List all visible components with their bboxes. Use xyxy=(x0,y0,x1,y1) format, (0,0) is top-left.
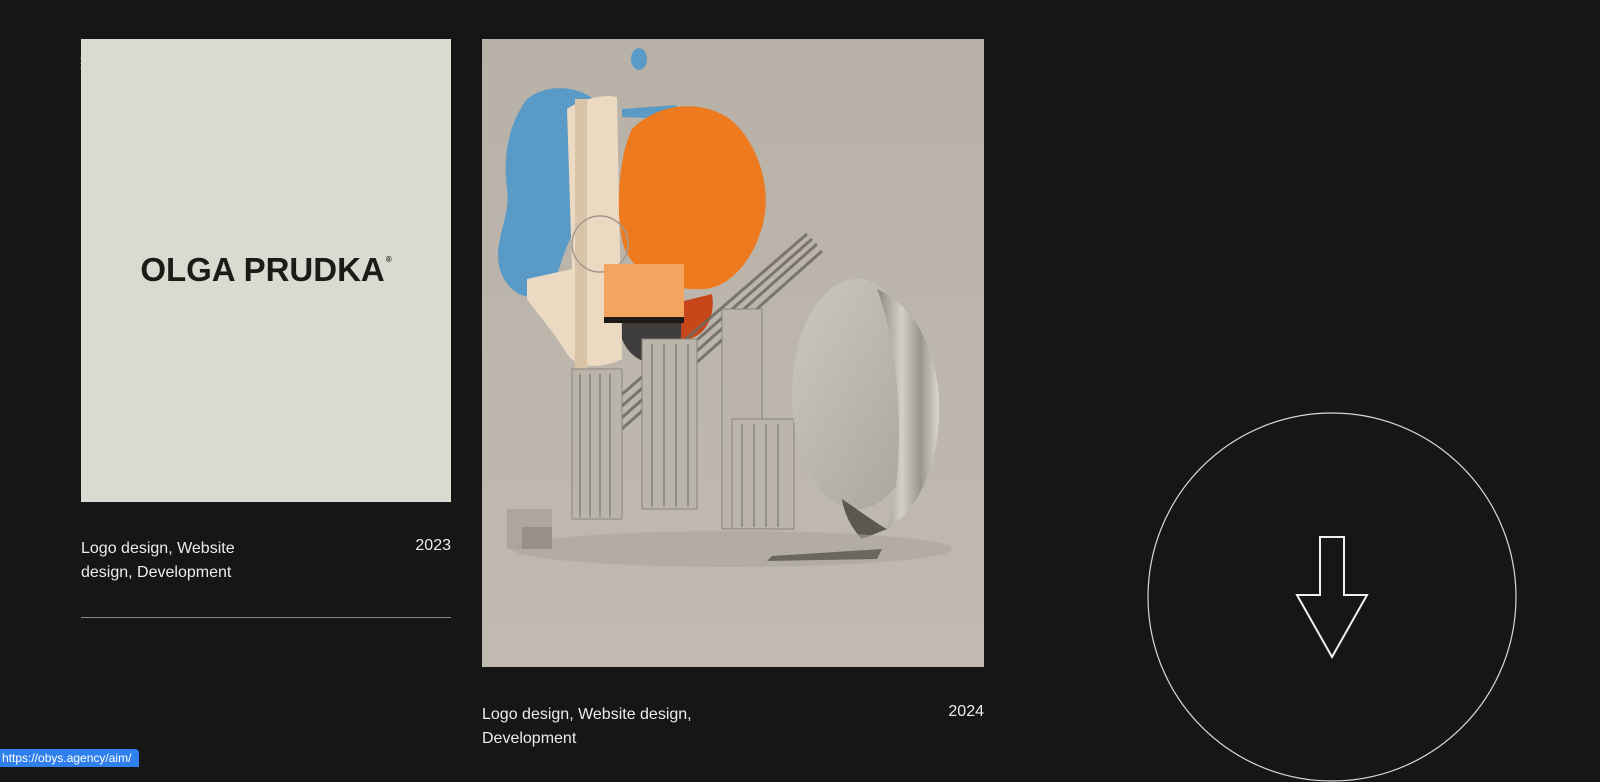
project-services-line: design, Development xyxy=(81,564,232,581)
olga-prudka-logo-text: OLGA PRUDKA xyxy=(140,251,385,288)
divider xyxy=(81,617,451,618)
project-thumbnail-abstract-art[interactable] xyxy=(482,39,984,667)
arrow-down-icon xyxy=(1295,536,1369,660)
project-services-line: Development xyxy=(482,730,577,747)
project-services-line: Logo design, Website design, xyxy=(482,706,692,723)
project-year: 2023 xyxy=(415,537,451,554)
scroll-down-button[interactable] xyxy=(1147,412,1517,782)
olga-prudka-logo: OLGA PRUDKA® xyxy=(81,251,451,289)
project-services: Logo design, Website design, Development xyxy=(81,537,235,585)
project-year: 2024 xyxy=(948,703,984,720)
project-services: Logo design, Website design, Development xyxy=(482,703,692,751)
project-services-line: Logo design, Website xyxy=(81,540,235,557)
link-url-tooltip: https://obys.agency/aim/ xyxy=(0,749,140,767)
registered-mark: ® xyxy=(385,255,392,264)
project-thumbnail-olga-prudka[interactable]: OLGA PRUDKA® xyxy=(81,39,451,502)
